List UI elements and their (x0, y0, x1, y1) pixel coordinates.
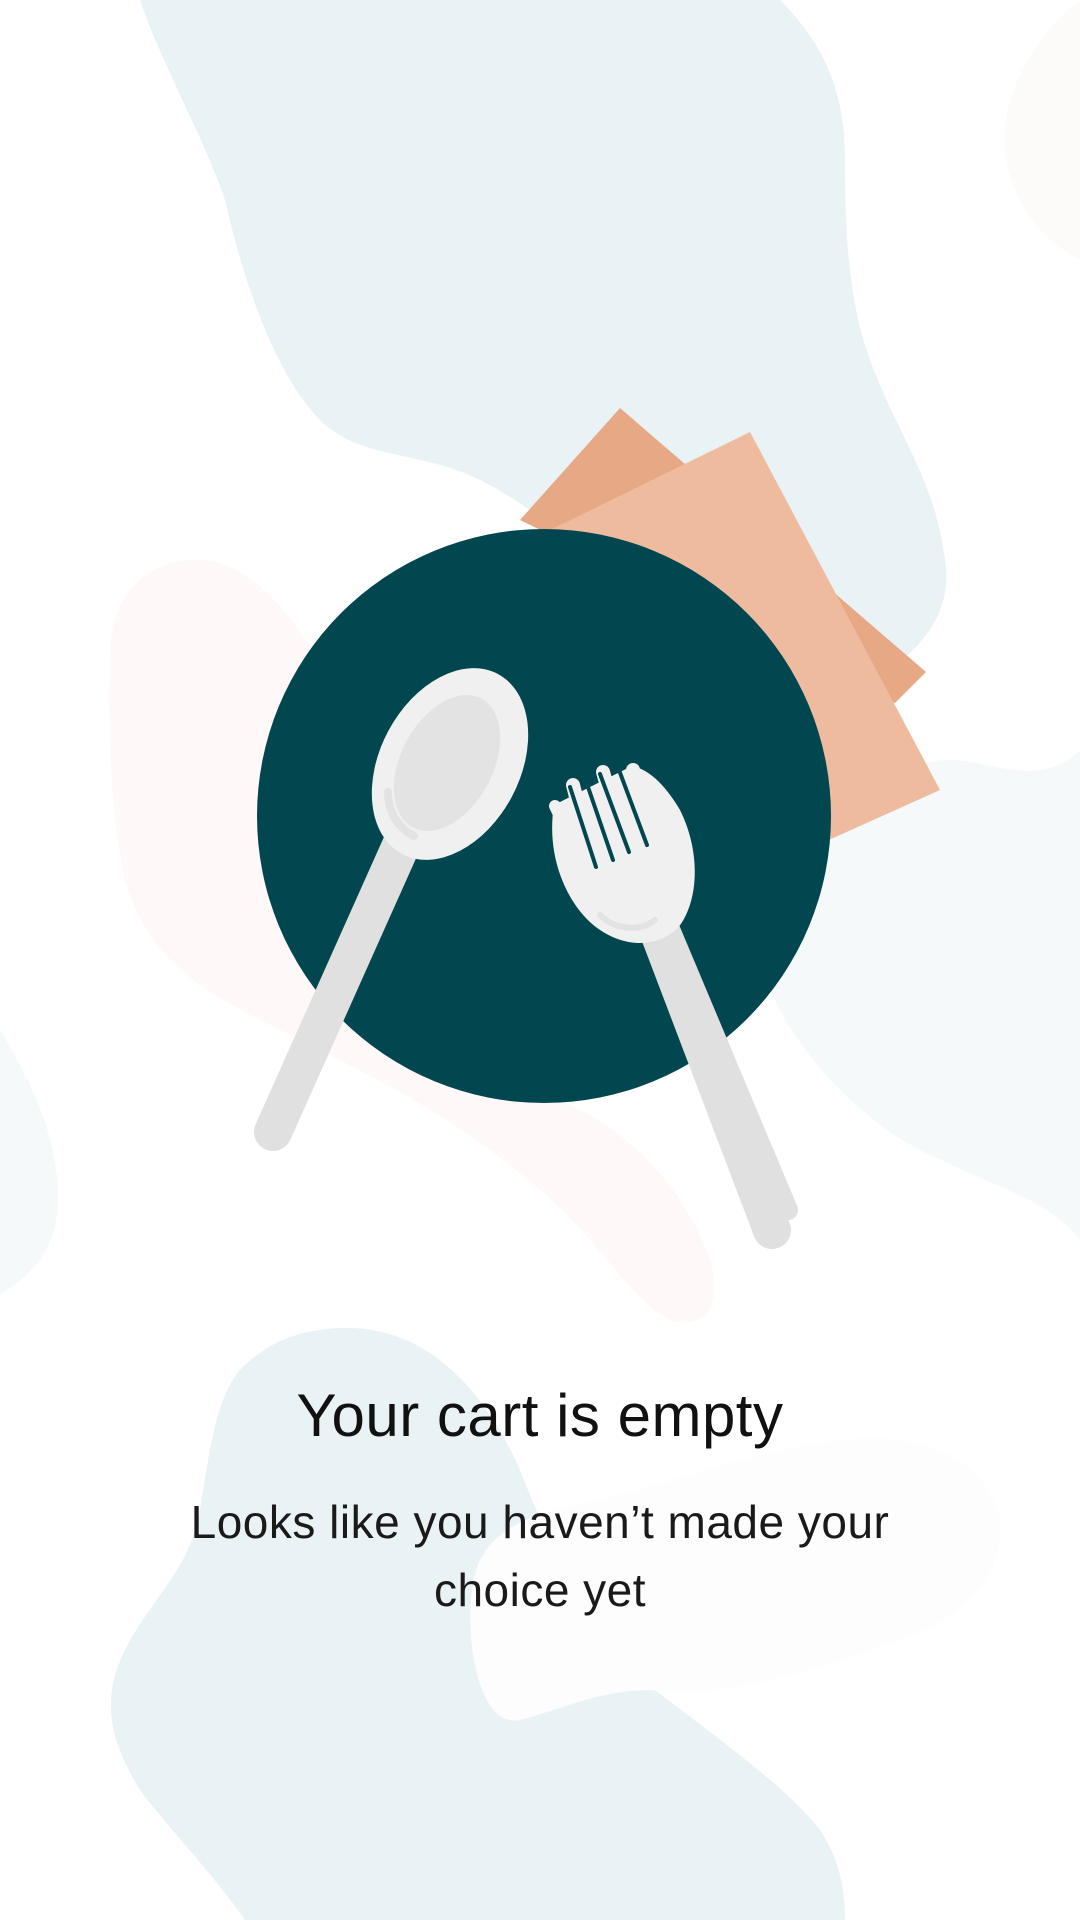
empty-state-title: Your cart is empty (296, 1382, 784, 1449)
empty-state: Your cart is empty Looks like you haven’… (0, 1380, 1080, 1624)
empty-cart-illustration (254, 408, 940, 1249)
empty-state-message: Looks like you haven’t made your choice … (190, 1496, 890, 1616)
empty-cart-screen: Your cart is empty Looks like you haven’… (0, 0, 1080, 1920)
